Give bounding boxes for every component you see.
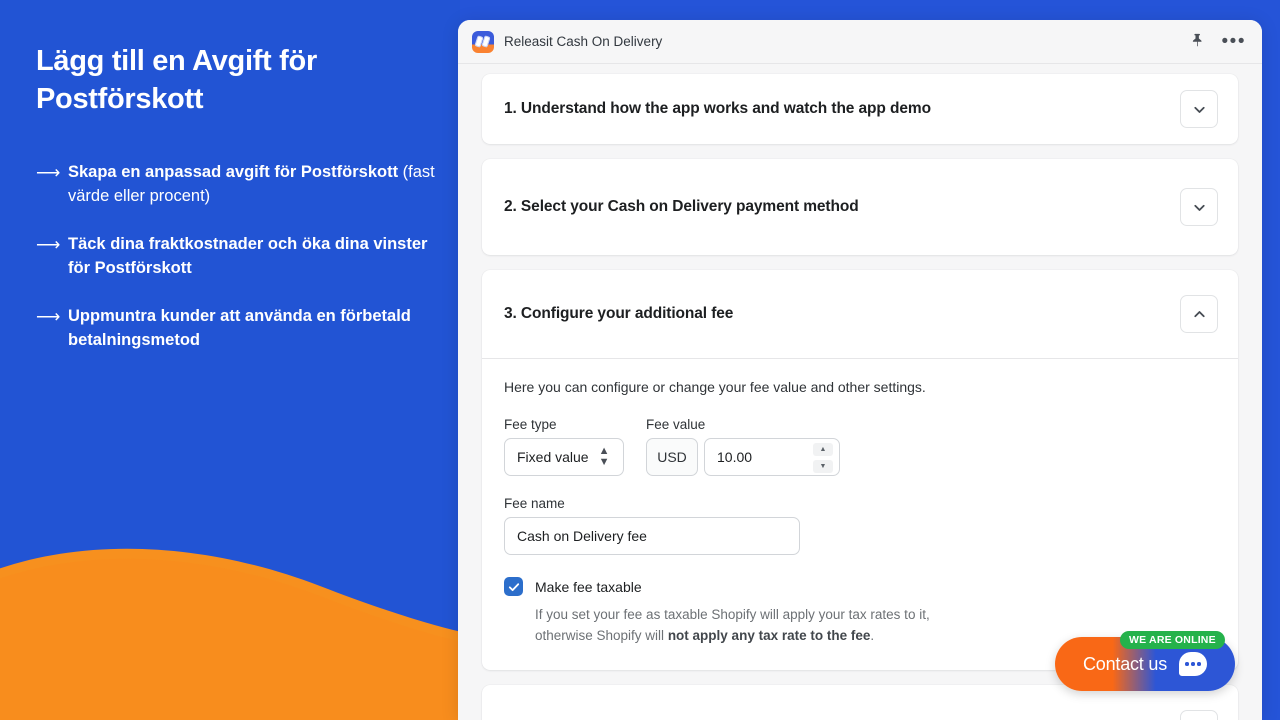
spinner-up-icon[interactable]: ▲ [813,443,833,456]
section-header-3[interactable]: 3. Configure your additional fee [482,270,1238,358]
section-title: 3. Configure your additional fee [504,305,734,322]
make-fee-taxable-checkbox[interactable] [504,577,523,596]
chat-dot [1191,662,1195,666]
promo-wave-decoration [0,548,460,720]
help-text-end: . [870,628,875,643]
arrow-right-icon: ⟶ [36,307,61,326]
fee-type-value: Fixed value [517,449,589,465]
fee-name-group: Fee name [504,496,1216,555]
promo-panel: Lägg till en Avgift för Postförskott ⟶ S… [0,0,460,720]
help-text-bold: not apply any tax rate to the fee [667,628,871,643]
chevron-down-icon[interactable] [1180,188,1218,226]
more-options-icon[interactable]: ••• [1222,32,1246,51]
fee-value-field[interactable]: ▲ ▼ [704,438,840,476]
chevron-down-icon[interactable] [1180,90,1218,128]
spinner-down-icon[interactable]: ▼ [813,460,833,473]
fee-name-input[interactable] [505,518,799,554]
chevron-down-icon[interactable] [1180,710,1218,720]
fee-name-field[interactable] [504,517,800,555]
fee-name-label: Fee name [504,496,565,511]
pin-icon[interactable] [1188,32,1208,52]
fee-value-stepper[interactable]: ▲ ▼ [813,443,833,473]
fee-value-label: Fee value [646,417,706,432]
promo-bullet-bold: Skapa en anpassad avgift för Postförskot… [68,163,399,181]
fee-type-group: Fee type Fixed value ▲ ▼ [504,417,624,476]
window-title: Releasit Cash On Delivery [504,34,663,49]
promo-bullet-bold: Täck dina fraktkostnader och öka dina vi… [68,235,428,277]
promo-bullet-text: Skapa en anpassad avgift för Postförskot… [68,160,446,208]
section-title: 1. Understand how the app works and watc… [504,100,931,117]
currency-addon: USD [646,438,698,476]
make-fee-taxable-row[interactable]: Make fee taxable [504,577,1216,596]
section-header-2[interactable]: 2. Select your Cash on Delivery payment … [482,159,1238,255]
chat-bubble-icon [1179,652,1208,676]
section-title: 2. Select your Cash on Delivery payment … [504,198,859,215]
arrow-right-icon: ⟶ [36,235,61,254]
releasit-app-icon [472,30,494,53]
promo-bullet-item: ⟶ Uppmuntra kunder att använda en förbet… [36,304,446,352]
select-caret-icon: ▲ ▼ [598,445,610,468]
window-titlebar: Releasit Cash On Delivery ••• [458,20,1262,64]
chat-dot [1185,662,1189,666]
fee-value-row: Fee type Fixed value ▲ ▼ Fee value USD 1… [504,417,1216,476]
section-card-2: 2. Select your Cash on Delivery payment … [482,159,1238,255]
promo-bullet-text: Uppmuntra kunder att använda en förbetal… [68,304,446,352]
fee-type-select[interactable]: Fixed value ▲ ▼ [504,438,624,476]
fee-intro-text: Here you can configure or change your fe… [504,379,926,395]
chat-dot [1197,662,1201,666]
fee-value-group: Fee value USD ▲ ▼ [646,417,840,476]
chevron-up-icon[interactable] [1180,295,1218,333]
app-window: Releasit Cash On Delivery ••• 1. Underst… [458,20,1262,720]
online-status-badge: WE ARE ONLINE [1120,631,1225,649]
promo-bullet-item: ⟶ Skapa en anpassad avgift för Postförsk… [36,160,446,208]
window-content-scroll-area[interactable]: 1. Understand how the app works and watc… [458,64,1262,720]
section-card-3: 3. Configure your additional fee Here yo… [482,270,1238,670]
fee-configuration-body: Here you can configure or change your fe… [482,359,1238,670]
promo-bullet-item: ⟶ Täck dina fraktkostnader och öka dina … [36,232,446,280]
promo-bullet-text: Täck dina fraktkostnader och öka dina vi… [68,232,446,280]
section-card-1: 1. Understand how the app works and watc… [482,74,1238,144]
promo-bullet-bold: Uppmuntra kunder att använda en förbetal… [68,307,411,349]
taxable-help-text: If you set your fee as taxable Shopify w… [535,604,965,646]
arrow-right-icon: ⟶ [36,163,61,182]
chat-button-label: Contact us [1082,653,1168,674]
section-header-1[interactable]: 1. Understand how the app works and watc… [482,74,1238,144]
fee-type-label: Fee type [504,417,557,432]
promo-bullet-list: ⟶ Skapa en anpassad avgift för Postförsk… [36,160,446,376]
promo-heading: Lägg till en Avgift för Postförskott [36,45,317,115]
make-fee-taxable-label: Make fee taxable [535,578,642,595]
